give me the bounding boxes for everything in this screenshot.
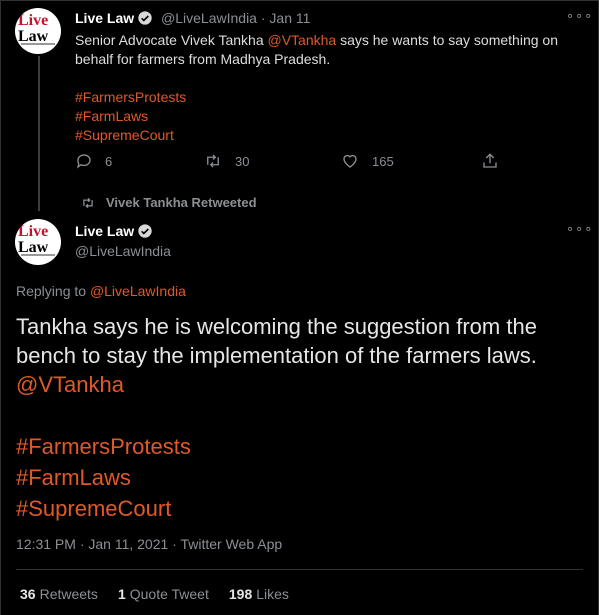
hashtag-link[interactable]: #FarmLaws xyxy=(75,107,186,126)
quotes-count: 1 xyxy=(117,586,126,602)
retweet-button[interactable]: 30 xyxy=(203,152,249,170)
logo-underline xyxy=(21,254,55,256)
verified-badge-icon xyxy=(138,224,152,238)
logo-text-top: Live xyxy=(18,12,49,29)
tweet2-text: Tankha says he is welcoming the suggesti… xyxy=(16,312,586,399)
tweet1-text-part1: Senior Advocate Vivek Tankha xyxy=(75,32,268,48)
hashtag-link[interactable]: #SupremeCourt xyxy=(16,493,191,524)
retweets-label: Retweets xyxy=(39,586,98,602)
retweets-stat[interactable]: 36 Retweets xyxy=(20,586,98,602)
thread-line xyxy=(38,56,40,211)
tweet-date[interactable]: Jan 11 xyxy=(269,10,310,26)
verified-badge-icon xyxy=(138,11,152,25)
tweet2-text-body: Tankha says he is welcoming the suggesti… xyxy=(16,314,537,368)
share-icon xyxy=(483,153,497,168)
replying-to: Replying to @LiveLawIndia xyxy=(16,283,186,299)
replying-to-link[interactable]: @LiveLawIndia xyxy=(90,283,186,299)
logo-underline xyxy=(21,43,55,45)
reply-button[interactable]: 6 xyxy=(75,152,112,170)
tweet2-author: Live Law xyxy=(75,223,153,239)
retweet-count: 30 xyxy=(235,153,250,169)
tweet1-actions: 6 30 165 xyxy=(75,152,515,176)
hashtag-link[interactable]: #FarmLaws xyxy=(16,462,191,493)
share-button[interactable] xyxy=(481,152,511,170)
retweets-count: 36 xyxy=(20,586,36,602)
live-law-logo: Live Law xyxy=(18,224,58,256)
author-handle[interactable]: @LiveLawIndia xyxy=(75,243,171,259)
tweet-timestamp[interactable]: 12:31 PM · Jan 11, 2021 · Twitter Web Ap… xyxy=(16,536,282,552)
mention-link[interactable]: @VTankha xyxy=(268,32,337,48)
retweet-icon xyxy=(83,197,93,208)
heart-icon xyxy=(343,154,357,168)
tweet1-header: Live Law @LiveLawIndia · Jan 11 xyxy=(75,10,310,26)
quote-tweets-stat[interactable]: 1 Quote Tweet xyxy=(118,586,209,602)
divider xyxy=(16,569,583,570)
engagement-stats: 36 Retweets 1 Quote Tweet 198 Likes xyxy=(20,586,289,602)
more-options-icon[interactable]: ∘∘∘ xyxy=(566,221,593,237)
likes-label: Likes xyxy=(256,586,289,602)
dot-separator: · xyxy=(260,10,266,26)
more-options-icon[interactable]: ∘∘∘ xyxy=(566,8,593,24)
retweet-context-label[interactable]: Vivek Tankha Retweeted xyxy=(106,195,257,210)
hashtag-link[interactable]: #FarmersProtests xyxy=(75,88,186,107)
likes-count: 198 xyxy=(228,586,253,602)
live-law-logo: Live Law xyxy=(18,13,58,45)
quotes-label: Quote Tweet xyxy=(129,586,209,602)
retweet-context: Vivek Tankha Retweeted xyxy=(80,195,257,210)
reply-icon xyxy=(76,154,91,169)
like-count: 165 xyxy=(372,153,394,169)
mention-link[interactable]: @VTankha xyxy=(16,370,586,399)
tweet1-text: Senior Advocate Vivek Tankha @VTankha sa… xyxy=(75,31,587,69)
reply-count: 6 xyxy=(105,153,113,169)
author-handle[interactable]: @LiveLawIndia xyxy=(161,10,257,26)
hashtag-link[interactable]: #FarmersProtests xyxy=(16,431,191,462)
avatar[interactable]: Live Law xyxy=(15,8,61,54)
tweet1-hashtags: #FarmersProtests #FarmLaws #SupremeCourt xyxy=(75,88,186,145)
replying-label: Replying to xyxy=(16,283,87,299)
tweet2-hashtags: #FarmersProtests #FarmLaws #SupremeCourt xyxy=(16,431,191,524)
avatar[interactable]: Live Law xyxy=(15,219,61,265)
author-name[interactable]: Live Law xyxy=(75,10,134,26)
hashtag-link[interactable]: #SupremeCourt xyxy=(75,126,186,145)
retweet-icon xyxy=(207,154,219,168)
logo-text-top: Live xyxy=(18,223,49,240)
likes-stat[interactable]: 198 Likes xyxy=(229,586,289,602)
like-button[interactable]: 165 xyxy=(340,152,394,170)
author-name[interactable]: Live Law xyxy=(75,223,134,239)
